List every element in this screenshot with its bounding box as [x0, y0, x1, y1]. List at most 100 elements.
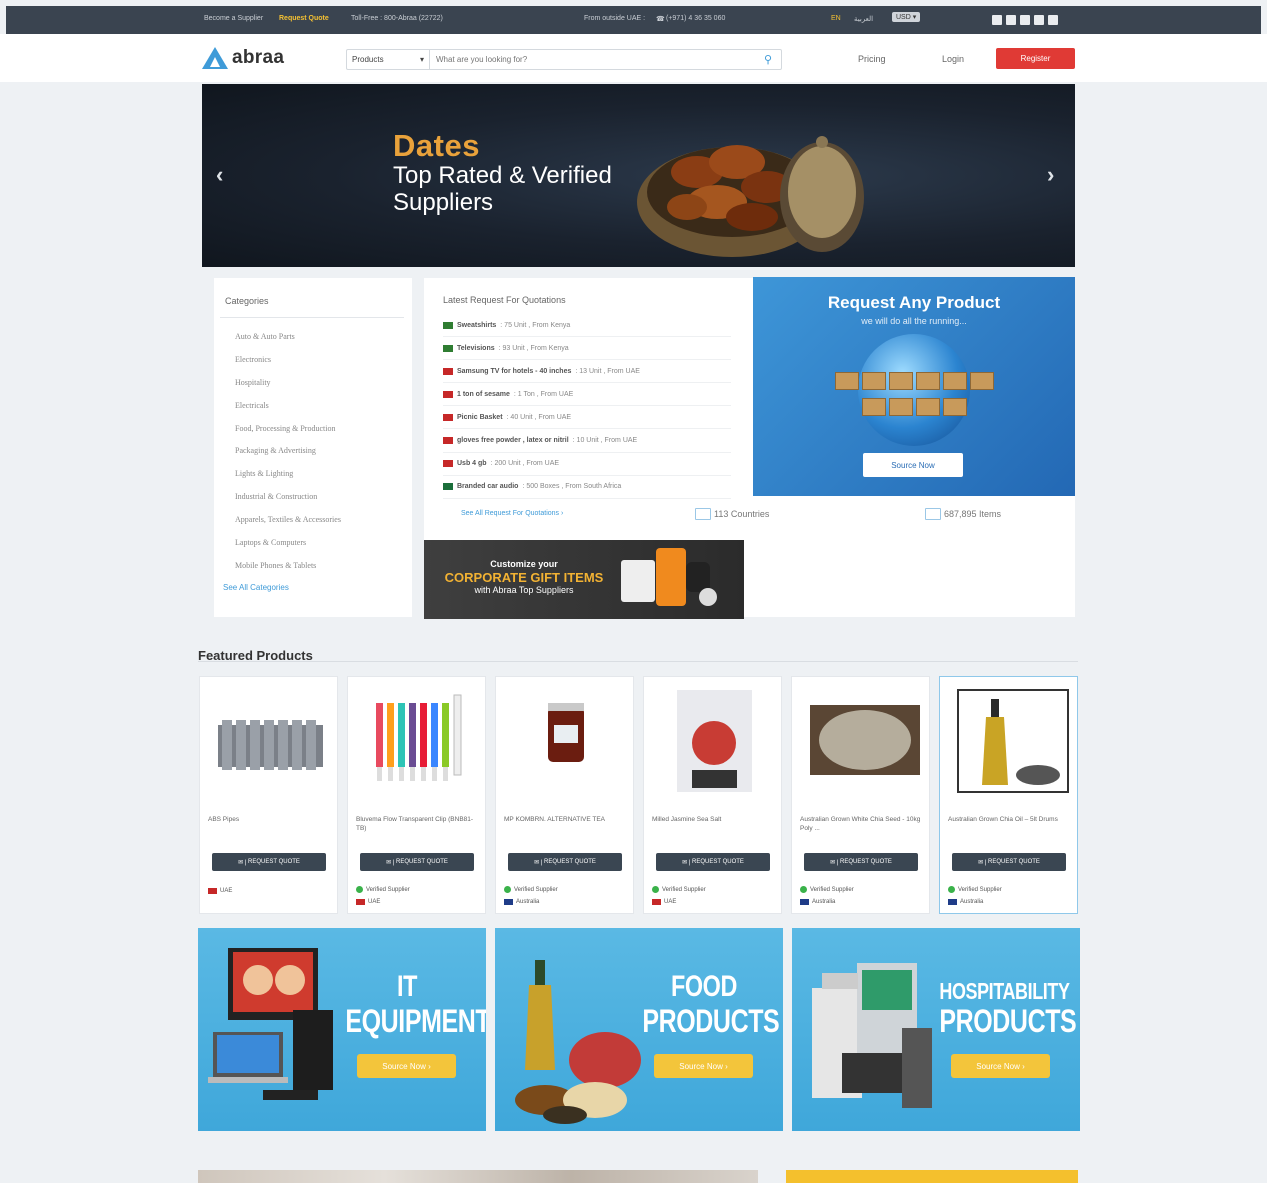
- country-label: UAE: [664, 899, 677, 905]
- pricing-link[interactable]: Pricing: [858, 54, 886, 64]
- promo-it-line1: IT: [396, 970, 418, 1003]
- rfq-item[interactable]: Sweatshirts : 75 Unit , From Kenya: [443, 314, 731, 338]
- rfq-item[interactable]: gloves free powder , latex or nitril : 1…: [443, 429, 731, 453]
- envelope-icon: ✉ |: [682, 859, 692, 866]
- lang-en[interactable]: EN: [831, 15, 841, 22]
- product-name[interactable]: ABS Pipes: [208, 815, 330, 843]
- product-card[interactable]: Bluvema Flow Transparent Clip (BNB81-TB)…: [347, 676, 486, 914]
- logo-icon: [202, 47, 228, 69]
- chart-icon: [925, 508, 941, 520]
- linkedin-icon[interactable]: [1048, 15, 1058, 25]
- request-quote-button[interactable]: ✉ | REQUEST QUOTE: [360, 853, 474, 871]
- promo-it-equipment[interactable]: IT EQUIPMENT Source Now ›: [198, 928, 486, 1131]
- category-item[interactable]: Electronics: [235, 355, 341, 378]
- category-item[interactable]: Food, Processing & Production: [235, 424, 341, 447]
- check-icon: [356, 886, 363, 893]
- category-item[interactable]: Auto & Auto Parts: [235, 332, 341, 355]
- banner-prev-arrow[interactable]: ‹: [216, 162, 223, 188]
- product-image[interactable]: [356, 685, 478, 800]
- request-quote-button[interactable]: ✉ | REQUEST QUOTE: [952, 853, 1066, 871]
- promo-hospitality-products[interactable]: HOSPITABILITY PRODUCTS Source Now ›: [792, 928, 1080, 1131]
- see-all-rfq-link[interactable]: See All Request For Quotations ›: [461, 510, 563, 517]
- search-category-select[interactable]: Products ▾: [347, 50, 430, 69]
- request-quote-label: REQUEST QUOTE: [692, 859, 744, 865]
- product-name[interactable]: Australian Grown Chia Oil – 5lt Drums: [948, 815, 1070, 843]
- promo-food-source-button[interactable]: Source Now ›: [654, 1054, 753, 1078]
- banner-next-arrow[interactable]: ›: [1047, 162, 1054, 188]
- rfq-item[interactable]: Samsung TV for hotels - 40 inches : 13 U…: [443, 360, 731, 384]
- product-image[interactable]: [652, 685, 774, 800]
- country-label: Australia: [516, 899, 540, 905]
- product-card[interactable]: Milled Jasmine Sea Salt ✉ | REQUEST QUOTE…: [643, 676, 782, 914]
- promo-hospitality-source-button[interactable]: Source Now ›: [951, 1054, 1050, 1078]
- register-button[interactable]: Register: [996, 48, 1075, 69]
- rfq-item-name: 1 ton of sesame: [457, 390, 510, 398]
- request-quote-button[interactable]: ✉ | REQUEST QUOTE: [656, 853, 770, 871]
- product-name[interactable]: Bluvema Flow Transparent Clip (BNB81-TB): [356, 815, 478, 843]
- become-supplier-link[interactable]: Become a Supplier: [204, 15, 263, 22]
- request-quote-button[interactable]: ✉ | REQUEST QUOTE: [508, 853, 622, 871]
- facebook-icon[interactable]: [992, 15, 1002, 25]
- promo-food-products[interactable]: FOOD PRODUCTS Source Now ›: [495, 928, 783, 1131]
- rfq-item[interactable]: Picnic Basket : 40 Unit , From UAE: [443, 406, 731, 430]
- boxes-icon: [829, 372, 999, 420]
- check-icon: [504, 886, 511, 893]
- currency-select[interactable]: USD ▾: [892, 12, 921, 22]
- product-image[interactable]: [504, 685, 626, 800]
- check-icon: [948, 886, 955, 893]
- category-item[interactable]: Mobile Phones & Tablets: [235, 561, 341, 584]
- search-input[interactable]: [430, 55, 755, 64]
- login-link[interactable]: Login: [942, 54, 964, 64]
- rfq-item[interactable]: Branded car audio : 500 Boxes , From Sou…: [443, 476, 731, 499]
- verified-supplier-label: Verified Supplier: [366, 886, 410, 893]
- category-item[interactable]: Packaging & Advertising: [235, 446, 341, 469]
- request-quote-label: REQUEST QUOTE: [544, 859, 596, 865]
- search-icon[interactable]: ⚲: [755, 53, 781, 66]
- mug-image: [621, 560, 655, 602]
- phone-icon: ☎: [656, 16, 665, 23]
- product-card[interactable]: MP KOMBRN. ALTERNATIVE TEA ✉ | REQUEST QU…: [495, 676, 634, 914]
- product-card[interactable]: ABS Pipes ✉ | REQUEST QUOTE UAE: [199, 676, 338, 914]
- country-label: Australia: [960, 899, 984, 905]
- category-item[interactable]: Apparels, Textiles & Accessories: [235, 515, 341, 538]
- product-card[interactable]: Australian Grown White Chia Seed - 10kg …: [791, 676, 930, 914]
- product-name[interactable]: Milled Jasmine Sea Salt: [652, 815, 774, 843]
- category-item[interactable]: Lights & Lighting: [235, 469, 341, 492]
- logo[interactable]: abraa: [202, 47, 284, 69]
- request-quote-button[interactable]: ✉ | REQUEST QUOTE: [212, 853, 326, 871]
- hero-banner[interactable]: ‹ › Dates Top Rated & Verified Suppliers: [202, 84, 1075, 267]
- flag-icon: [652, 899, 661, 905]
- request-quote-link[interactable]: Request Quote: [279, 15, 329, 22]
- rfq-item[interactable]: Televisions : 93 Unit , From Kenya: [443, 337, 731, 361]
- product-image[interactable]: [208, 685, 330, 800]
- corporate-gift-banner[interactable]: Customize your CORPORATE GIFT ITEMS with…: [424, 540, 744, 619]
- category-item[interactable]: Industrial & Construction: [235, 492, 341, 515]
- category-item[interactable]: Electricals: [235, 401, 341, 424]
- product-card[interactable]: Australian Grown Chia Oil – 5lt Drums ✉ |…: [939, 676, 1078, 914]
- items-stat: 687,895 Items: [925, 508, 1001, 520]
- category-item[interactable]: Hospitality: [235, 378, 341, 401]
- instagram-icon[interactable]: [1020, 15, 1030, 25]
- verified-supplier-badge: Verified Supplier: [948, 886, 1002, 893]
- rfq-item[interactable]: Usb 4 gb : 200 Unit , From UAE: [443, 453, 731, 476]
- rfq-item[interactable]: 1 ton of sesame : 1 Ton , From UAE: [443, 383, 731, 407]
- product-image[interactable]: [800, 685, 922, 800]
- category-item[interactable]: Laptops & Computers: [235, 538, 341, 561]
- gift-line-1: Customize your: [490, 559, 558, 569]
- request-quote-button[interactable]: ✉ | REQUEST QUOTE: [804, 853, 918, 871]
- source-now-button[interactable]: Source Now: [863, 453, 963, 477]
- envelope-icon: ✉ |: [386, 859, 396, 866]
- promo-it-source-button[interactable]: Source Now ›: [357, 1054, 456, 1078]
- rfq-list: Sweatshirts : 75 Unit , From Kenya Televi…: [443, 314, 731, 499]
- product-country: Australia: [800, 899, 835, 905]
- product-name[interactable]: MP KOMBRN. ALTERNATIVE TEA: [504, 815, 626, 843]
- lang-ar[interactable]: العربية: [854, 15, 873, 23]
- rfq-item-detail: : 200 Unit , From UAE: [490, 460, 560, 468]
- product-name[interactable]: Australian Grown White Chia Seed - 10kg …: [800, 815, 922, 843]
- see-all-categories-link[interactable]: See All Categories: [223, 583, 289, 592]
- product-image[interactable]: [948, 685, 1070, 800]
- rfq-item-detail: : 500 Boxes , From South Africa: [522, 483, 622, 491]
- youtube-icon[interactable]: [1034, 15, 1044, 25]
- twitter-icon[interactable]: [1006, 15, 1016, 25]
- divider: [198, 661, 1078, 662]
